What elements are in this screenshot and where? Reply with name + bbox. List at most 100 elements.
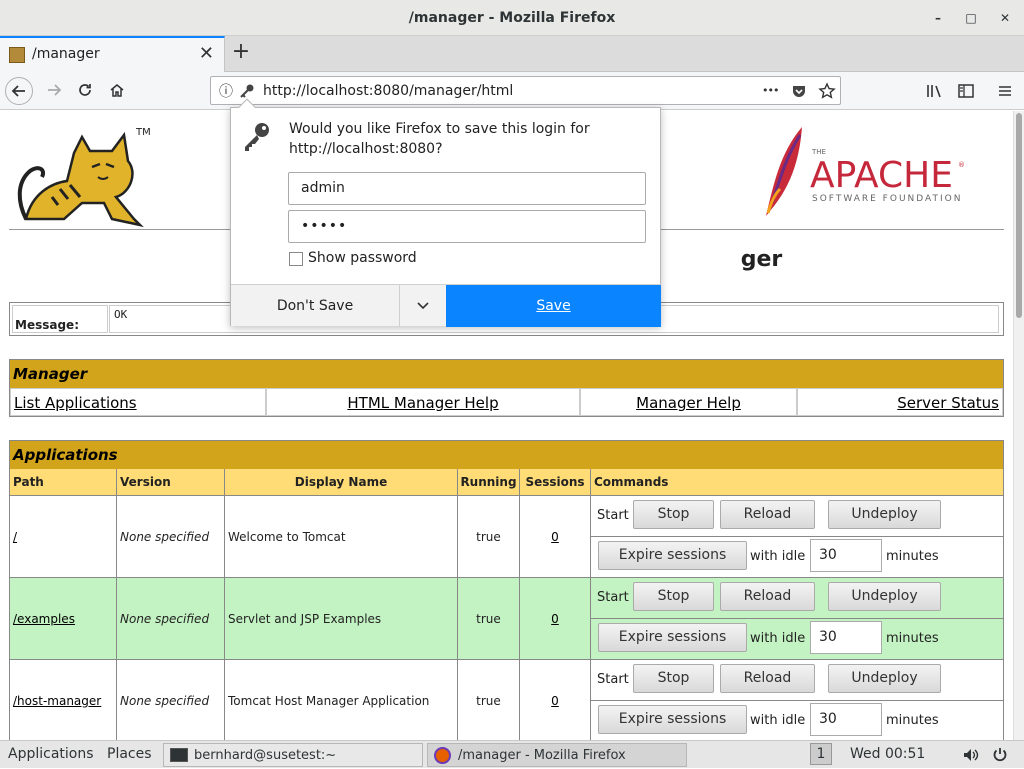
app-running: true (458, 660, 520, 740)
stop-button[interactable]: Stop (633, 582, 714, 611)
library-icon[interactable] (925, 82, 943, 100)
reload-button[interactable] (71, 77, 99, 105)
window-titlebar: /manager - Mozilla Firefox (0, 0, 1024, 36)
url-bar[interactable]: ⓘ http://localhost:8080/manager/html ••• (210, 76, 841, 105)
save-button[interactable]: Save (446, 285, 661, 327)
manager-help-link[interactable]: Manager Help (580, 388, 797, 416)
info-icon[interactable]: ⓘ (219, 81, 233, 101)
svg-text:®: ® (958, 161, 965, 169)
page-actions-icon[interactable]: ••• (762, 84, 779, 97)
chevron-down-icon (417, 302, 429, 310)
new-tab-button[interactable]: + (229, 39, 253, 67)
minutes-label: minutes (886, 549, 939, 564)
list-applications-link[interactable]: List Applications (10, 388, 266, 416)
undeploy-button[interactable]: Undeploy (828, 664, 941, 693)
expire-sessions-button[interactable]: Expire sessions (598, 541, 747, 570)
show-password-label[interactable]: Show password (308, 250, 417, 266)
hamburger-menu-icon[interactable] (996, 82, 1014, 100)
tab-strip: /manager ✕ + (0, 36, 1024, 72)
tomcat-favicon-icon (9, 47, 25, 63)
stop-button[interactable]: Stop (633, 500, 714, 529)
firefox-icon (434, 747, 451, 764)
pocket-icon[interactable] (791, 83, 807, 99)
idle-minutes-input[interactable]: 30 (810, 621, 882, 654)
reload-app-button[interactable]: Reload (720, 664, 815, 693)
app-sessions-link[interactable]: 0 (551, 530, 559, 544)
scrollbar-thumb[interactable] (1016, 113, 1022, 318)
reload-app-button[interactable]: Reload (720, 500, 815, 529)
app-path-link[interactable]: /host-manager (13, 694, 101, 708)
sidebar-icon[interactable] (957, 82, 975, 100)
minimize-button[interactable]: – (923, 0, 953, 36)
volume-icon[interactable] (962, 747, 980, 763)
more-options-dropdown[interactable] (399, 285, 446, 327)
undeploy-button[interactable]: Undeploy (828, 582, 941, 611)
message-label: Message: (12, 305, 108, 333)
reload-app-button[interactable]: Reload (720, 582, 815, 611)
idle-minutes-input[interactable]: 30 (810, 703, 882, 736)
app-path-link[interactable]: / (13, 530, 17, 544)
column-header-path: Path (10, 469, 117, 495)
app-running: true (458, 496, 520, 578)
taskbar-terminal[interactable]: bernhard@susetest:~ (163, 743, 423, 767)
column-header-commands: Commands (594, 475, 669, 489)
start-label: Start (597, 508, 629, 523)
app-display-name: Tomcat Host Manager Application (225, 660, 458, 740)
app-sessions-link[interactable]: 0 (551, 694, 559, 708)
column-header-running: Running (458, 469, 520, 495)
tab-manager[interactable]: /manager ✕ (0, 36, 225, 72)
app-running: true (458, 578, 520, 660)
manager-section: Manager List Applications HTML Manager H… (9, 359, 1004, 417)
places-menu[interactable]: Places (107, 741, 152, 769)
minutes-label: minutes (886, 631, 939, 646)
stop-button[interactable]: Stop (633, 664, 714, 693)
column-header-display-name: Display Name (225, 469, 458, 495)
window-title: /manager - Mozilla Firefox (408, 10, 616, 26)
page-scrollbar[interactable] (1013, 111, 1024, 740)
forward-button[interactable] (40, 77, 68, 105)
column-header-sessions: Sessions (520, 469, 591, 495)
terminal-icon (170, 748, 188, 762)
applications-menu[interactable]: Applications (8, 741, 94, 769)
html-manager-help-link[interactable]: HTML Manager Help (266, 388, 580, 416)
app-version: None specified (117, 578, 225, 660)
start-label: Start (597, 590, 629, 605)
tomcat-trademark: TM (135, 127, 151, 138)
close-window-button[interactable]: ✕ (990, 0, 1020, 36)
tomcat-logo: TM (17, 127, 151, 228)
column-header-version: Version (117, 469, 225, 495)
minutes-label: minutes (886, 713, 939, 728)
app-display-name: Welcome to Tomcat (225, 496, 458, 578)
key-icon[interactable] (239, 83, 255, 99)
undeploy-button[interactable]: Undeploy (828, 500, 941, 529)
server-status-link[interactable]: Server Status (797, 388, 1003, 416)
close-tab-icon[interactable]: ✕ (199, 43, 214, 64)
bookmark-star-icon[interactable] (818, 82, 836, 100)
tab-title: /manager (32, 46, 100, 62)
app-sessions-link[interactable]: 0 (551, 612, 559, 626)
workspace-switcher[interactable]: 1 (810, 743, 832, 765)
taskbar: Applications Places bernhard@susetest:~ … (0, 740, 1024, 768)
password-field[interactable]: ••••• (288, 210, 646, 243)
taskbar-firefox[interactable]: /manager - Mozilla Firefox (427, 743, 687, 767)
reload-icon (79, 84, 91, 96)
applications-table-header: Path Version Display Name Running Sessio… (10, 469, 1003, 495)
show-password-checkbox[interactable] (289, 252, 303, 266)
maximize-button[interactable]: □ (956, 0, 986, 36)
start-label: Start (597, 672, 629, 687)
dont-save-button[interactable]: Don't Save (231, 285, 399, 327)
app-version: None specified (117, 496, 225, 578)
power-icon[interactable] (992, 746, 1008, 763)
home-button[interactable] (103, 77, 131, 105)
app-path-link[interactable]: /examples (13, 612, 75, 626)
clock[interactable]: Wed 00:51 (850, 741, 925, 769)
app-display-name: Servlet and JSP Examples (225, 578, 458, 660)
back-button[interactable] (5, 77, 33, 105)
save-login-popup: Would you like Firefox to save this logi… (230, 98, 661, 327)
url-text: http://localhost:8080/manager/html (263, 83, 514, 99)
username-field[interactable]: admin (288, 172, 646, 205)
expire-sessions-button[interactable]: Expire sessions (598, 705, 747, 734)
arrow-left-icon (11, 85, 25, 97)
expire-sessions-button[interactable]: Expire sessions (598, 623, 747, 652)
idle-minutes-input[interactable]: 30 (810, 539, 882, 572)
